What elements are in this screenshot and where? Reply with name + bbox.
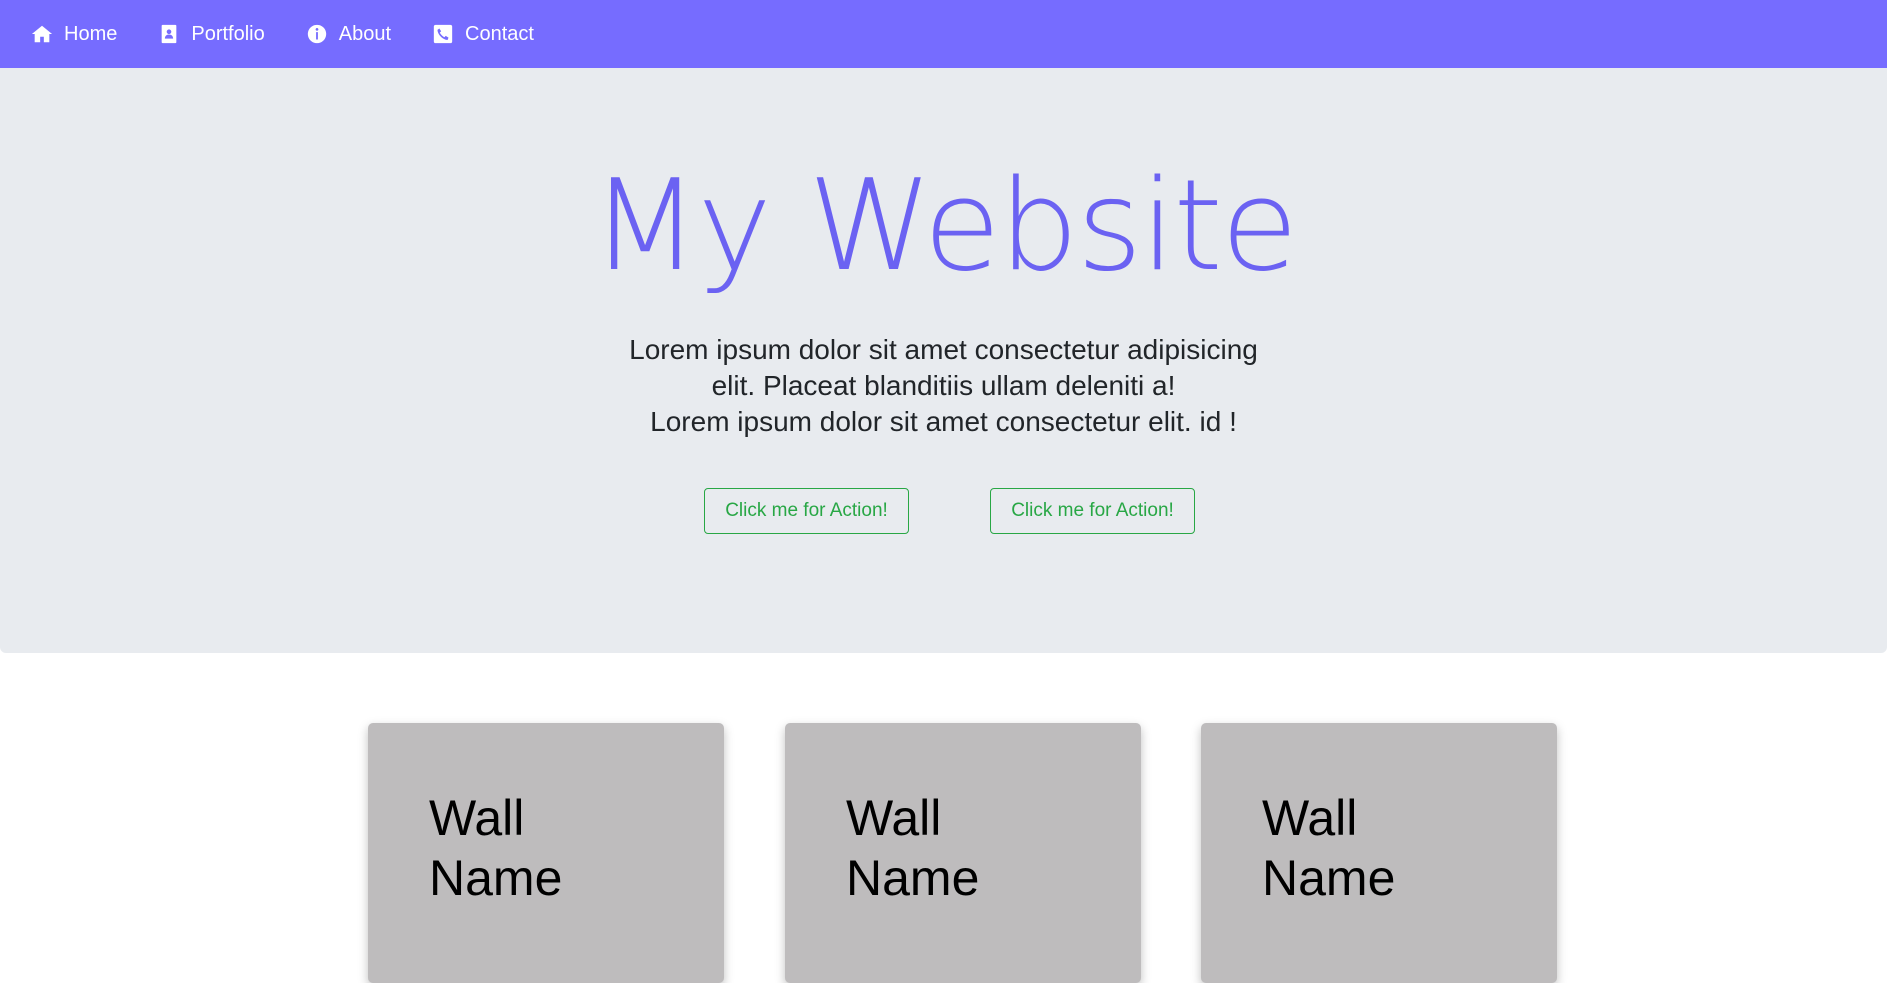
wall-card[interactable]: Wall Name [368, 723, 724, 983]
wall-card[interactable]: Wall Name [1201, 723, 1557, 983]
hero-text: Lorem ipsum dolor sit amet consectetur a… [584, 332, 1304, 440]
phone-icon [431, 22, 455, 46]
card-title: Wall Name [429, 790, 563, 906]
nav-item-label: Contact [465, 22, 534, 45]
nav-item-portfolio[interactable]: Portfolio [157, 22, 265, 46]
home-icon [30, 22, 54, 46]
portfolio-icon [157, 22, 181, 46]
nav-item-label: Portfolio [191, 22, 265, 45]
info-icon [305, 22, 329, 46]
nav-item-about[interactable]: About [305, 22, 391, 46]
hero-text-line: Lorem ipsum dolor sit amet consectetur e… [650, 406, 1237, 437]
nav-item-label: Home [64, 22, 118, 45]
card-title: Wall Name [846, 790, 980, 906]
hero-section: My Website Lorem ipsum dolor sit amet co… [0, 68, 1887, 653]
nav-item-contact[interactable]: Contact [431, 22, 534, 46]
action-button-1[interactable]: Click me for Action! [704, 488, 909, 534]
hero-text-line: Lorem ipsum dolor sit amet consectetur a… [629, 334, 1258, 365]
wall-card[interactable]: Wall Name [785, 723, 1141, 983]
card-title: Wall Name [1262, 790, 1396, 906]
hero-title: My Website [590, 152, 1299, 299]
hero-text-line: elit. Placeat blanditiis ullam deleniti … [711, 370, 1176, 401]
nav-item-home[interactable]: Home [30, 22, 117, 46]
action-button-2[interactable]: Click me for Action! [990, 488, 1195, 534]
top-navbar: Home Portfolio About Contact [0, 0, 1887, 68]
nav-item-label: About [338, 22, 391, 45]
